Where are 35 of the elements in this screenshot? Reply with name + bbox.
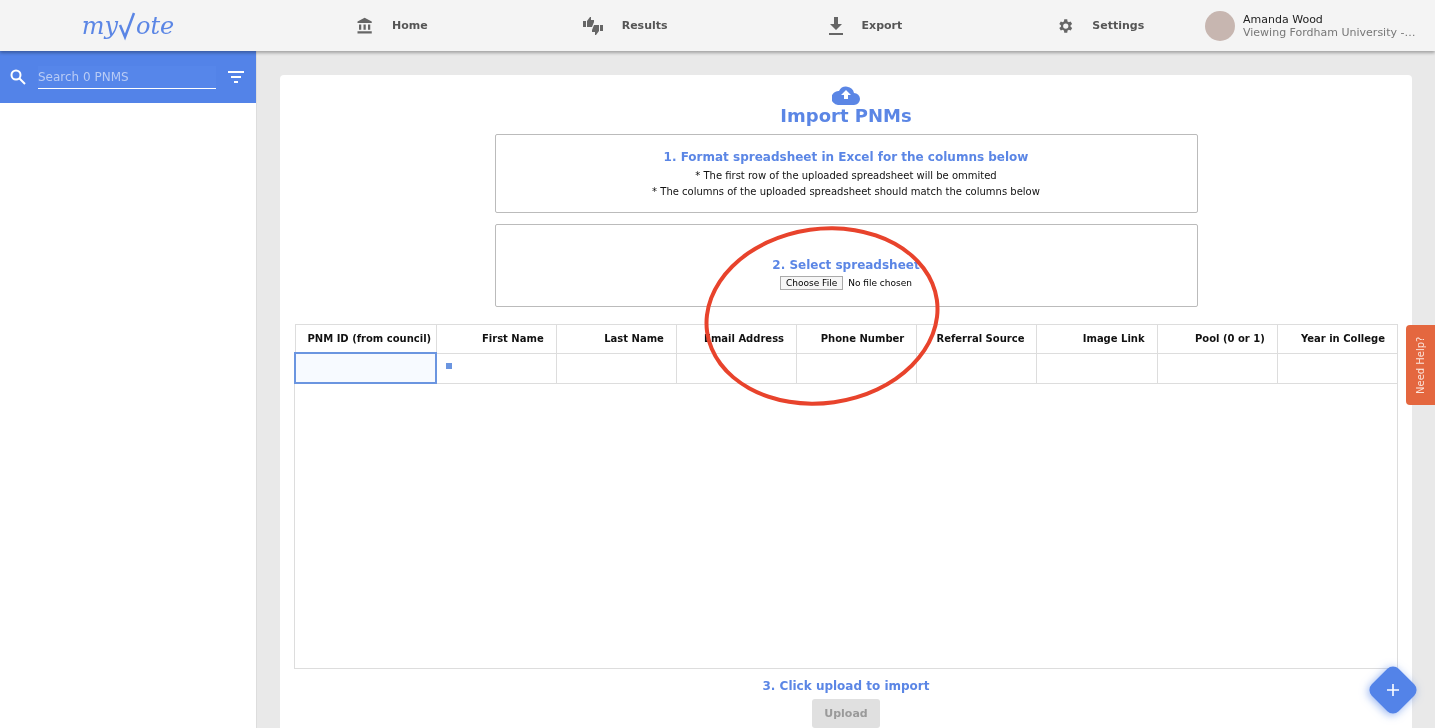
- filter-icon[interactable]: [228, 71, 244, 83]
- logo-text: my: [81, 13, 118, 38]
- nav-link[interactable]: Settings: [1052, 12, 1149, 39]
- download-icon: [827, 16, 844, 35]
- step-heading: 1. Format spreadsheet in Excel for the columns below: [663, 150, 1029, 164]
- note-text: * The columns of the uploaded spreadsheet should match the columns below: [652, 185, 1040, 199]
- note-text: * The first row of the uploaded spreadsheet will be ommited: [695, 169, 997, 183]
- check-icon: [118, 10, 136, 41]
- thumbs-icon: [581, 16, 604, 35]
- column-header: Image Link: [1036, 324, 1158, 353]
- plus-icon: [1387, 684, 1399, 696]
- step-heading: 3. Click upload to import: [762, 679, 930, 693]
- column-header: Phone Number: [796, 324, 917, 353]
- choose-file-button[interactable]: Choose File: [780, 276, 844, 290]
- table-cell[interactable]: [295, 353, 436, 383]
- user-name: Amanda Wood: [1243, 12, 1324, 26]
- logo-text: ote: [136, 13, 175, 38]
- nav-link[interactable]: Results: [577, 12, 672, 39]
- file-status: No file chosen: [848, 278, 912, 288]
- page-title: Import PNMs: [780, 105, 912, 126]
- step-heading: 2. Select spreadsheet: [772, 258, 920, 272]
- column-header: Referral Source: [916, 324, 1037, 353]
- bank-icon: [356, 16, 374, 35]
- search-bar[interactable]: Search 0 PNMS: [0, 51, 256, 103]
- nav-link[interactable]: Home: [352, 12, 432, 39]
- column-header: Pool (0 or 1): [1157, 324, 1278, 353]
- column-header: Last Name: [556, 324, 677, 353]
- user-subtitle: Viewing Fordham University -…: [1243, 25, 1416, 39]
- cloud-upload-icon: [832, 85, 860, 105]
- column-header: Year in College: [1277, 324, 1398, 353]
- column-header: First Name: [436, 324, 557, 353]
- avatar[interactable]: [1205, 10, 1235, 41]
- search-icon: [10, 69, 26, 85]
- nav-link[interactable]: Export: [823, 12, 907, 39]
- fill-handle[interactable]: [446, 363, 452, 369]
